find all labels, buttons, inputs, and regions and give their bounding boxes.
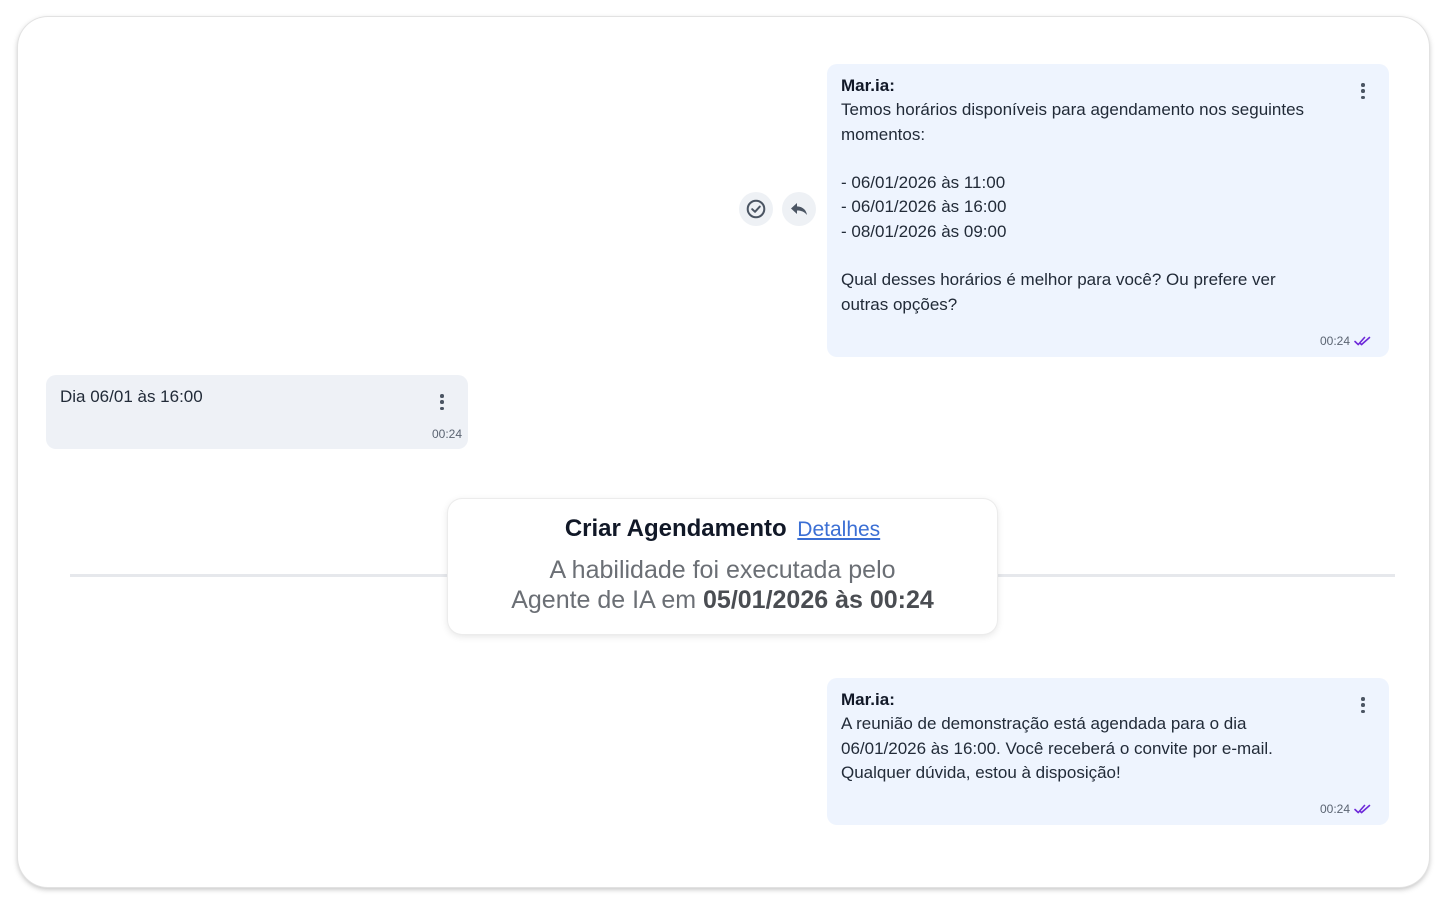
- skill-details-link[interactable]: Detalhes: [797, 518, 880, 541]
- message-bubble-ai: Mar.ia: A reunião de demonstração está a…: [827, 678, 1389, 825]
- skill-executed-datetime: 05/01/2026 às 00:24: [703, 586, 934, 614]
- message-text: Temos horários disponíveis para agendame…: [841, 100, 1305, 314]
- message-time: 00:24: [431, 427, 462, 441]
- reply-button[interactable]: [782, 192, 816, 226]
- skill-desc-line1: A habilidade foi executada pelo: [549, 556, 896, 584]
- double-check-icon: [1354, 804, 1371, 814]
- message-time: 00:24: [1319, 802, 1350, 816]
- message-sender: Mar.ia:: [841, 76, 895, 95]
- skill-description: A habilidade foi executada pelo Agente d…: [448, 555, 997, 615]
- chat-window: Mar.ia: Temos horários disponíveis para …: [18, 17, 1429, 887]
- message-meta: 00:24: [1320, 329, 1372, 353]
- message-menu-button[interactable]: [1356, 695, 1370, 715]
- message-text: Dia 06/01 às 16:00: [60, 387, 203, 406]
- skill-execution-card: Criar Agendamento Detalhes A habilidade …: [448, 499, 997, 634]
- check-circle-icon: [746, 199, 766, 219]
- message-menu-button[interactable]: [1356, 81, 1370, 101]
- message-meta: 00:24: [1320, 797, 1372, 821]
- message-time: 00:24: [1319, 334, 1350, 348]
- message-menu-button[interactable]: [435, 392, 449, 412]
- message-bubble-contact: Dia 06/01 às 16:00 00:24: [46, 375, 468, 449]
- message-bubble-ai: Mar.ia: Temos horários disponíveis para …: [827, 64, 1389, 357]
- message-meta: 00:24: [432, 422, 462, 446]
- reply-icon: [791, 203, 807, 215]
- mark-resolved-button[interactable]: [739, 192, 773, 226]
- message-text: A reunião de demonstração está agendada …: [841, 714, 1273, 782]
- skill-title: Criar Agendamento: [564, 515, 787, 542]
- message-sender: Mar.ia:: [841, 690, 895, 709]
- skill-desc-line2-prefix: Agente de IA em: [511, 586, 704, 614]
- double-check-icon: [1354, 336, 1371, 346]
